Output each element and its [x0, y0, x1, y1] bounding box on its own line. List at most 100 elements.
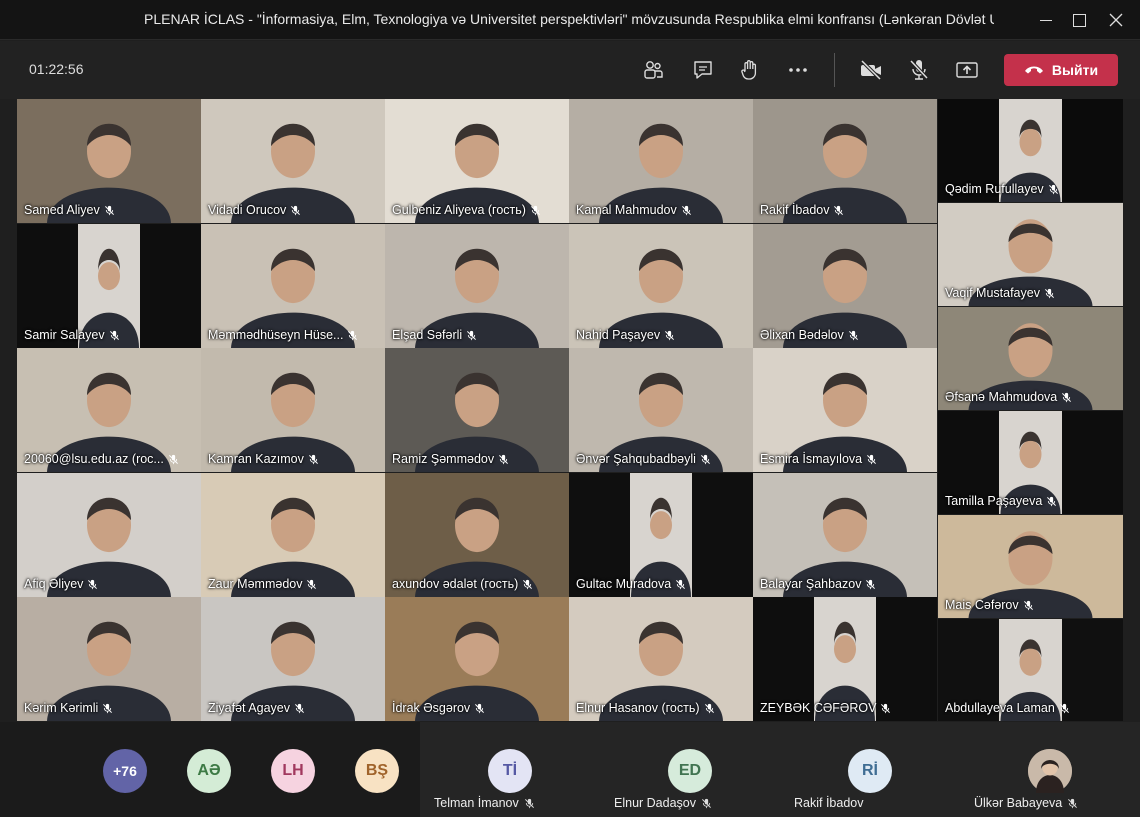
participant-name: Tamilla Paşayeva: [945, 494, 1043, 508]
mic-off-icon[interactable]: [906, 57, 932, 83]
video-tile[interactable]: axundov ədalət (гость): [385, 473, 569, 597]
more-participants-button[interactable]: +76: [103, 749, 147, 793]
participant-avatar[interactable]: AƏ: [187, 749, 231, 793]
participant-name-label: Mais Cəfərov: [945, 598, 1034, 612]
participant-name: Mais Cəfərov: [945, 598, 1019, 612]
video-tile[interactable]: Gultac Muradova: [569, 473, 753, 597]
participant-name: Ülkər Babayeva: [974, 796, 1063, 810]
video-tile[interactable]: Gulbeniz Aliyeva (гость): [385, 99, 569, 223]
participant-name-label: Əfsanə Mahmudova: [945, 390, 1072, 404]
avatar-initials: BŞ: [365, 762, 389, 779]
video-tile[interactable]: Nahid Paşayev: [569, 224, 753, 348]
title-bar: PLENAR İCLAS - "İnformasiya, Elm, Texnol…: [0, 0, 1140, 40]
video-tile[interactable]: 20060@lsu.edu.az (roc...: [17, 348, 201, 472]
video-tile[interactable]: Əfsanə Mahmudova: [938, 307, 1123, 410]
participant-avatar: Rİ: [848, 749, 892, 793]
close-icon[interactable]: [1103, 8, 1129, 32]
mic-off-icon: [88, 579, 98, 589]
leave-button[interactable]: Выйти: [1004, 54, 1118, 86]
video-tile[interactable]: Vaqif Mustafayev: [938, 203, 1123, 306]
participants-icon[interactable]: [640, 57, 666, 83]
participant-name: İdrak Əsgərov: [392, 701, 471, 715]
video-tile[interactable]: Mais Cəfərov: [938, 515, 1123, 618]
video-tile[interactable]: Abdullayeva Laman: [938, 619, 1123, 721]
video-tile[interactable]: Balayar Şahbazov: [753, 473, 937, 597]
avatar-initials: LH: [282, 762, 304, 779]
maximize-icon[interactable]: [1066, 8, 1092, 32]
participant-name-label: Məmmədhüseyn Hüse...: [208, 328, 358, 342]
participant-avatar[interactable]: LH: [271, 749, 315, 793]
participant-name: Samir Salayev: [24, 328, 105, 342]
participant-name: Məmmədhüseyn Hüse...: [208, 328, 344, 342]
participant-name-label: Ziyafət Agayev: [208, 701, 305, 715]
participant-name: Gultac Muradova: [576, 577, 672, 591]
participant-card[interactable]: Tİ Telman İmanov: [420, 722, 600, 817]
camera-off-icon[interactable]: [858, 57, 884, 83]
mic-off-icon: [499, 454, 509, 464]
participant-name: Kərim Kərimli: [24, 701, 99, 715]
participant-card[interactable]: ED Elnur Dadaşov: [600, 722, 780, 817]
raise-hand-icon[interactable]: [737, 57, 763, 83]
participant-name-label: Elşad Səfərli: [392, 328, 477, 342]
participant-name: Telman İmanov: [434, 796, 519, 810]
mic-off-icon: [681, 205, 691, 215]
mic-off-icon: [308, 454, 318, 464]
video-tile[interactable]: Samed Aliyev: [17, 99, 201, 223]
video-tile[interactable]: İdrak Əsgərov: [385, 597, 569, 721]
mic-off-icon: [866, 579, 876, 589]
participant-name: Rakif İbadov: [760, 203, 830, 217]
video-tile[interactable]: Kamran Kazımov: [201, 348, 385, 472]
participant-name: Elşad Səfərli: [392, 328, 463, 342]
video-tile[interactable]: Ramiz Şəmmədov: [385, 348, 569, 472]
more-options-icon[interactable]: [785, 57, 811, 83]
mic-off-icon: [1048, 184, 1058, 194]
video-tile[interactable]: Ziyafət Agayev: [201, 597, 385, 721]
video-tile[interactable]: Məmmədhüseyn Hüse...: [201, 224, 385, 348]
video-tile[interactable]: Rakif İbadov: [753, 99, 937, 223]
mic-off-icon: [848, 330, 858, 340]
participant-name: Samed Aliyev: [24, 203, 100, 217]
participant-name: Ənvər Şahqubadbəyli: [576, 452, 696, 466]
video-tile[interactable]: Kərim Kərimli: [17, 597, 201, 721]
video-tile[interactable]: Ənvər Şahqubadbəyli: [569, 348, 753, 472]
minimize-icon[interactable]: [1033, 8, 1059, 32]
participant-name: Kamal Mahmudov: [576, 203, 677, 217]
participant-name-label: Rakif İbadov: [760, 203, 844, 217]
participant-name: Kamran Kazımov: [208, 452, 304, 466]
more-count: +76: [113, 763, 137, 779]
participant-card[interactable]: Rİ Rakif İbadov: [780, 722, 960, 817]
video-tile[interactable]: Zaur Məmmədov: [201, 473, 385, 597]
chat-icon[interactable]: [690, 57, 716, 83]
mic-off-icon: [475, 703, 485, 713]
mic-off-icon: [348, 330, 358, 340]
share-screen-icon[interactable]: [954, 57, 980, 83]
meeting-toolbar: 01:22:56 Выйти: [0, 41, 1140, 99]
video-tile[interactable]: Qədim Rufullayev: [938, 99, 1123, 202]
video-tile[interactable]: Esmira İsmayılova: [753, 348, 937, 472]
participant-name-label: Əlixan Bədəlov: [760, 328, 859, 342]
video-tile[interactable]: Afiq Əliyev: [17, 473, 201, 597]
participant-name: Elnur Dadaşov: [614, 796, 696, 810]
participant-card[interactable]: Ülkər Babayeva: [960, 722, 1140, 817]
participant-name-label: Zaur Məmmədov: [208, 577, 317, 591]
participant-name-label: Nahid Paşayev: [576, 328, 675, 342]
participant-strip: +76 AƏ LH BŞ Tİ Telman İmanov ED Elnur D…: [0, 722, 1140, 817]
participant-name: Elnur Hasanov (гость): [576, 701, 700, 715]
video-tile[interactable]: Samir Salayev: [17, 224, 201, 348]
video-tile[interactable]: ZEYBƏK CƏFƏROV: [753, 597, 937, 721]
mic-off-icon: [704, 703, 714, 713]
video-tile[interactable]: Vidadi Orucov: [201, 99, 385, 223]
video-tile[interactable]: Elşad Səfərli: [385, 224, 569, 348]
participant-avatar[interactable]: BŞ: [355, 749, 399, 793]
participant-name-label: Afiq Əliyev: [24, 577, 98, 591]
mic-off-icon: [1068, 798, 1078, 808]
video-tile[interactable]: Əlixan Bədəlov: [753, 224, 937, 348]
avatar-initials: AƏ: [197, 762, 221, 779]
video-tile[interactable]: Tamilla Paşayeva: [938, 411, 1123, 514]
participant-name: Esmira İsmayılova: [760, 452, 863, 466]
video-tile[interactable]: Kamal Mahmudov: [569, 99, 753, 223]
mic-off-icon: [1023, 600, 1033, 610]
mic-off-icon: [523, 579, 533, 589]
video-tile[interactable]: Elnur Hasanov (гость): [569, 597, 753, 721]
participant-name-label: Samir Salayev: [24, 328, 120, 342]
